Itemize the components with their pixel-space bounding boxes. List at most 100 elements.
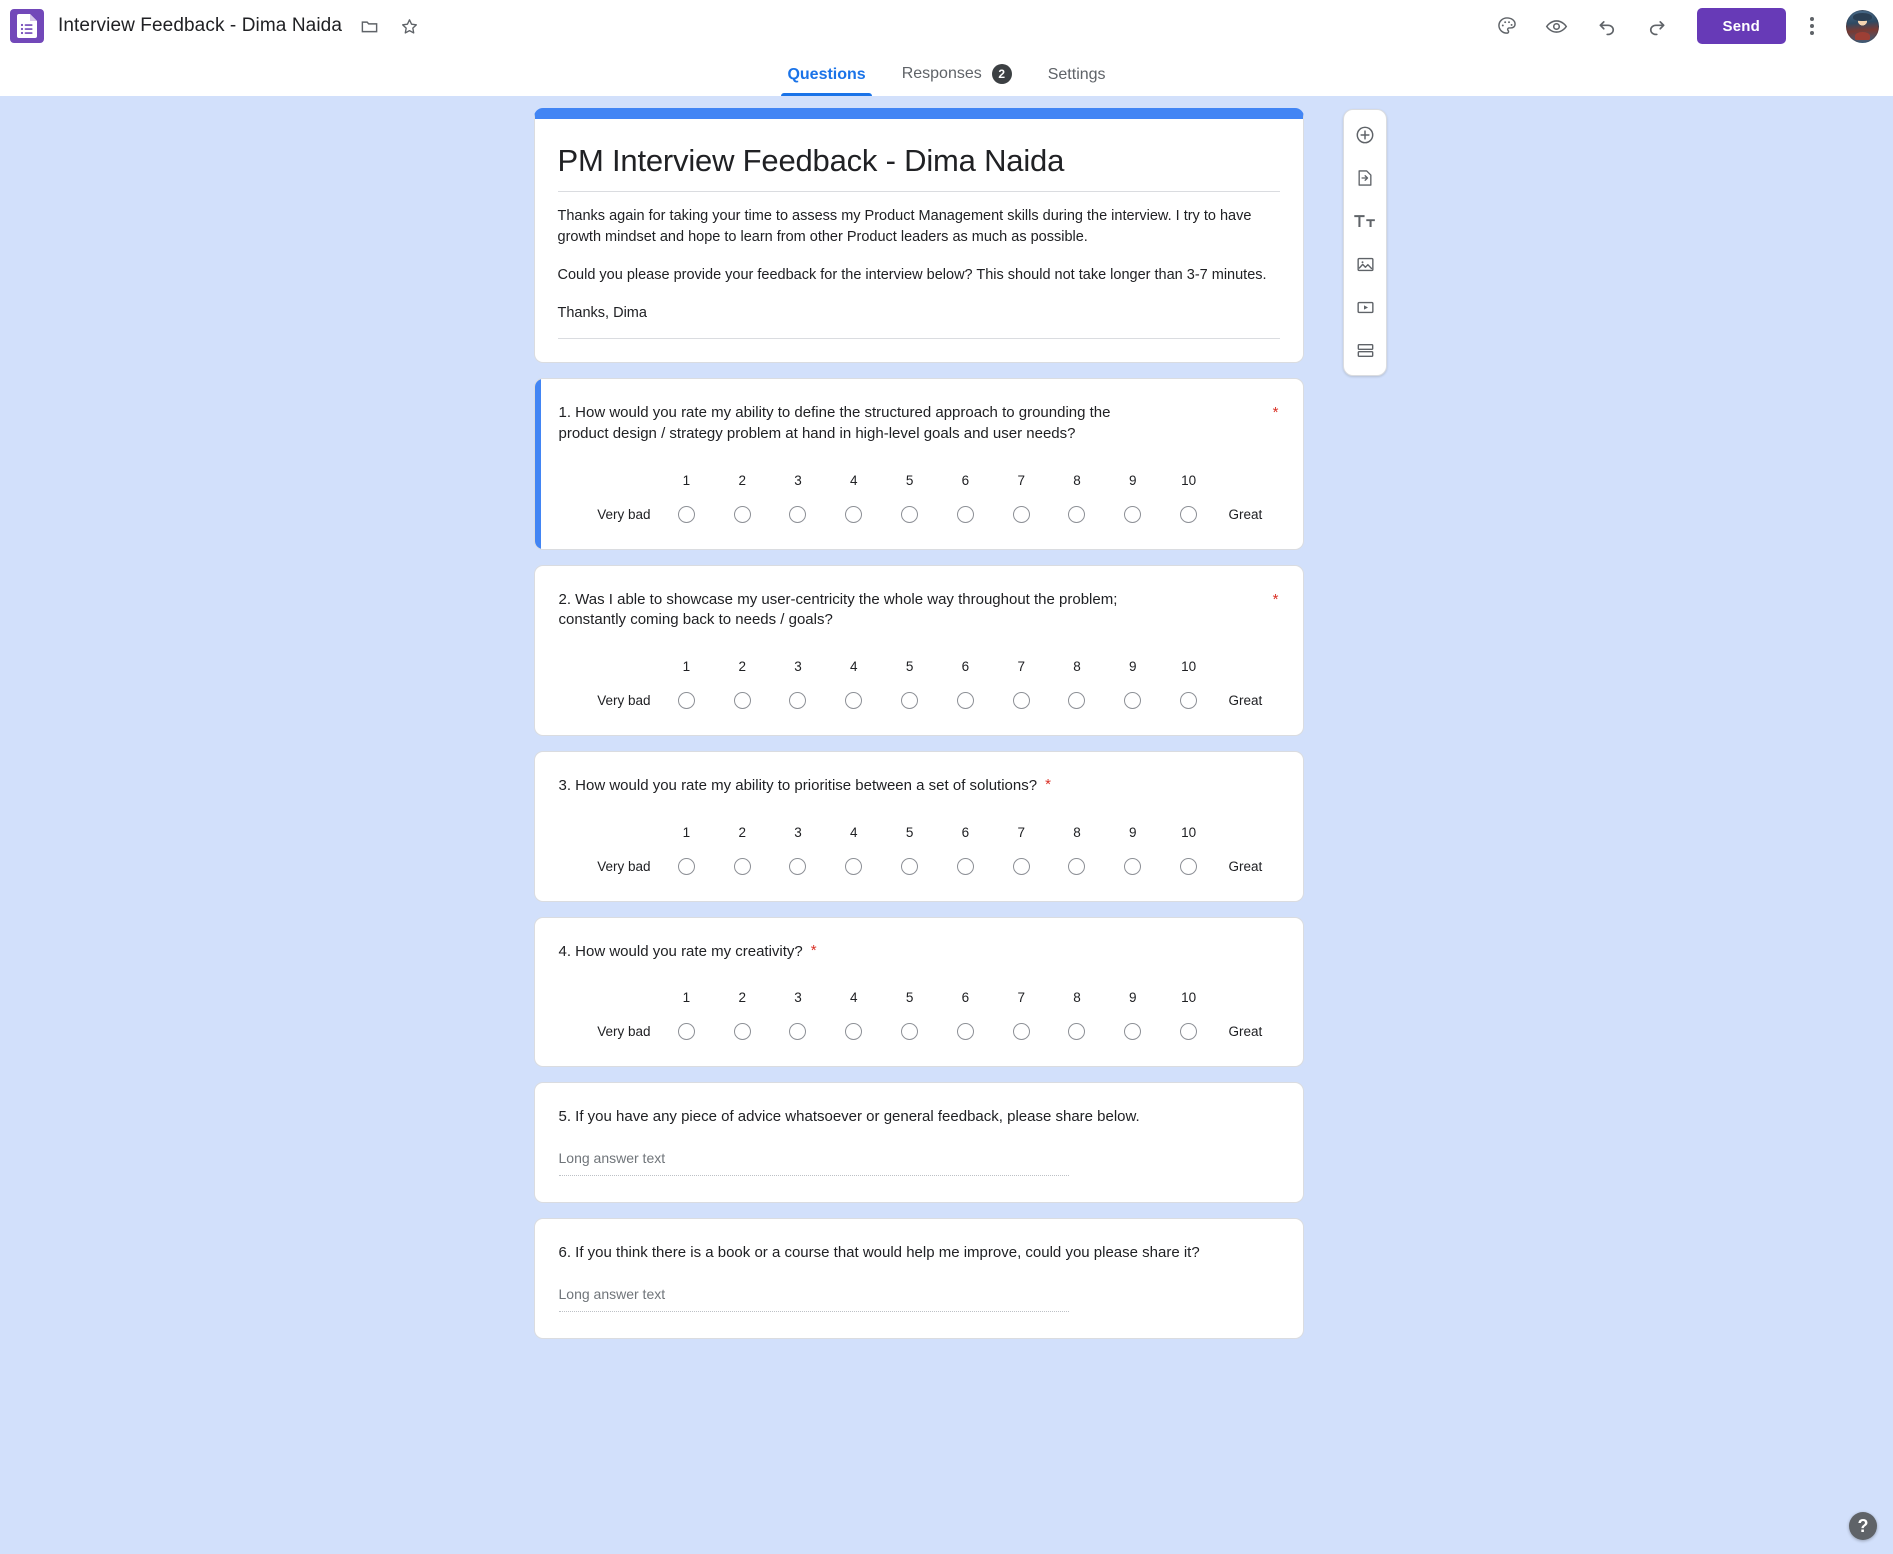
question-2-title[interactable]: 2. Was I able to showcase my user-centri… bbox=[559, 590, 1119, 631]
scale-option[interactable] bbox=[1049, 692, 1105, 709]
eye-icon[interactable] bbox=[1537, 6, 1577, 46]
form-description[interactable]: Thanks again for taking your time to ass… bbox=[558, 206, 1280, 324]
scale-option[interactable] bbox=[993, 692, 1049, 709]
radio-button[interactable] bbox=[789, 505, 807, 523]
scale-option[interactable] bbox=[826, 505, 882, 523]
radio-button[interactable] bbox=[1068, 1023, 1086, 1041]
radio-button[interactable] bbox=[789, 857, 807, 875]
radio-button[interactable] bbox=[733, 505, 751, 523]
google-forms-icon[interactable] bbox=[10, 9, 44, 43]
tab-questions[interactable]: Questions bbox=[769, 66, 883, 96]
scale-option[interactable] bbox=[659, 1023, 715, 1041]
long-answer-placeholder-6[interactable]: Long answer text bbox=[558, 1286, 1069, 1312]
scale-option[interactable] bbox=[1161, 692, 1217, 709]
scale-option[interactable] bbox=[1105, 857, 1161, 875]
radio-button[interactable] bbox=[1180, 857, 1198, 875]
radio-button[interactable] bbox=[1012, 505, 1030, 523]
redo-icon[interactable] bbox=[1637, 6, 1677, 46]
scale-option[interactable] bbox=[770, 692, 826, 709]
radio-button[interactable] bbox=[901, 692, 919, 709]
scale-option[interactable] bbox=[1161, 505, 1217, 523]
scale-option[interactable] bbox=[714, 505, 770, 523]
radio-button[interactable] bbox=[1124, 505, 1142, 523]
radio-button[interactable] bbox=[1124, 692, 1142, 709]
scale-option[interactable] bbox=[659, 857, 715, 875]
scale-option[interactable] bbox=[1049, 857, 1105, 875]
radio-button[interactable] bbox=[677, 505, 695, 523]
form-header-card[interactable]: PM Interview Feedback - Dima Naida Thank… bbox=[533, 108, 1304, 364]
question-6-title[interactable]: 6. If you think there is a book or a cou… bbox=[559, 1243, 1200, 1264]
question-5-title[interactable]: 5. If you have any piece of advice whats… bbox=[559, 1107, 1140, 1128]
add-video-icon[interactable] bbox=[1348, 290, 1382, 324]
radio-button[interactable] bbox=[956, 692, 974, 709]
radio-button[interactable] bbox=[733, 692, 751, 709]
add-question-icon[interactable] bbox=[1348, 118, 1382, 152]
import-questions-icon[interactable] bbox=[1348, 161, 1382, 195]
scale-option[interactable] bbox=[770, 505, 826, 523]
radio-button[interactable] bbox=[1012, 692, 1030, 709]
radio-button[interactable] bbox=[1180, 692, 1198, 709]
question-card-4[interactable]: 4. How would you rate my creativity? * 1… bbox=[533, 916, 1304, 1068]
radio-button[interactable] bbox=[845, 505, 863, 523]
scale-option[interactable] bbox=[882, 692, 938, 709]
radio-button[interactable] bbox=[1180, 1023, 1198, 1041]
radio-button[interactable] bbox=[1068, 692, 1086, 709]
radio-button[interactable] bbox=[956, 1023, 974, 1041]
question-4-title[interactable]: 4. How would you rate my creativity? bbox=[559, 942, 803, 963]
scale-option[interactable] bbox=[714, 692, 770, 709]
question-card-6[interactable]: 6. If you think there is a book or a cou… bbox=[533, 1218, 1304, 1339]
palette-icon[interactable] bbox=[1487, 6, 1527, 46]
scale-option[interactable] bbox=[1105, 505, 1161, 523]
radio-button[interactable] bbox=[901, 857, 919, 875]
radio-button[interactable] bbox=[901, 1023, 919, 1041]
help-button[interactable]: ? bbox=[1849, 1512, 1877, 1540]
scale-option[interactable] bbox=[1105, 692, 1161, 709]
radio-button[interactable] bbox=[1012, 1023, 1030, 1041]
radio-button[interactable] bbox=[789, 1023, 807, 1041]
scale-option[interactable] bbox=[1105, 1023, 1161, 1041]
radio-button[interactable] bbox=[901, 505, 919, 523]
long-answer-placeholder-5[interactable]: Long answer text bbox=[558, 1150, 1069, 1177]
add-title-and-description-icon[interactable] bbox=[1348, 204, 1382, 238]
scale-option[interactable] bbox=[714, 1023, 770, 1041]
radio-button[interactable] bbox=[956, 505, 974, 523]
kebab-menu-icon[interactable] bbox=[1792, 6, 1832, 46]
scale-option[interactable] bbox=[993, 1023, 1049, 1041]
radio-button[interactable] bbox=[1068, 505, 1086, 523]
scale-option[interactable] bbox=[1049, 505, 1105, 523]
scale-option[interactable] bbox=[882, 505, 938, 523]
scale-option[interactable] bbox=[993, 505, 1049, 523]
scale-option[interactable] bbox=[937, 505, 993, 523]
scale-option[interactable] bbox=[937, 692, 993, 709]
radio-button[interactable] bbox=[677, 857, 695, 875]
radio-button[interactable] bbox=[845, 857, 863, 875]
send-button[interactable]: Send bbox=[1696, 8, 1786, 44]
scale-option[interactable] bbox=[714, 857, 770, 875]
scale-option[interactable] bbox=[659, 505, 715, 523]
tab-settings[interactable]: Settings bbox=[1030, 66, 1124, 96]
question-1-title[interactable]: 1. How would you rate my ability to defi… bbox=[559, 403, 1119, 444]
page-title[interactable]: PM Interview Feedback - Dima Naida bbox=[558, 142, 1280, 179]
radio-button[interactable] bbox=[845, 1023, 863, 1041]
add-section-icon[interactable] bbox=[1348, 333, 1382, 367]
avatar[interactable] bbox=[1846, 9, 1879, 43]
radio-button[interactable] bbox=[1012, 857, 1030, 875]
radio-button[interactable] bbox=[1124, 857, 1142, 875]
scale-option[interactable] bbox=[1049, 1023, 1105, 1041]
question-card-2[interactable]: 2. Was I able to showcase my user-centri… bbox=[533, 564, 1304, 736]
scale-option[interactable] bbox=[993, 857, 1049, 875]
scale-option[interactable] bbox=[770, 857, 826, 875]
scale-option[interactable] bbox=[826, 1023, 882, 1041]
radio-button[interactable] bbox=[677, 692, 695, 709]
scale-option[interactable] bbox=[882, 1023, 938, 1041]
radio-button[interactable] bbox=[845, 692, 863, 709]
tab-responses[interactable]: Responses 2 bbox=[884, 64, 1030, 96]
question-3-title[interactable]: 3. How would you rate my ability to prio… bbox=[559, 776, 1038, 797]
scale-option[interactable] bbox=[826, 692, 882, 709]
radio-button[interactable] bbox=[677, 1023, 695, 1041]
radio-button[interactable] bbox=[956, 857, 974, 875]
document-title[interactable]: Interview Feedback - Dima Naida bbox=[58, 15, 342, 37]
question-card-3[interactable]: 3. How would you rate my ability to prio… bbox=[533, 751, 1304, 902]
undo-icon[interactable] bbox=[1587, 6, 1627, 46]
question-card-1[interactable]: 1. How would you rate my ability to defi… bbox=[533, 378, 1304, 550]
